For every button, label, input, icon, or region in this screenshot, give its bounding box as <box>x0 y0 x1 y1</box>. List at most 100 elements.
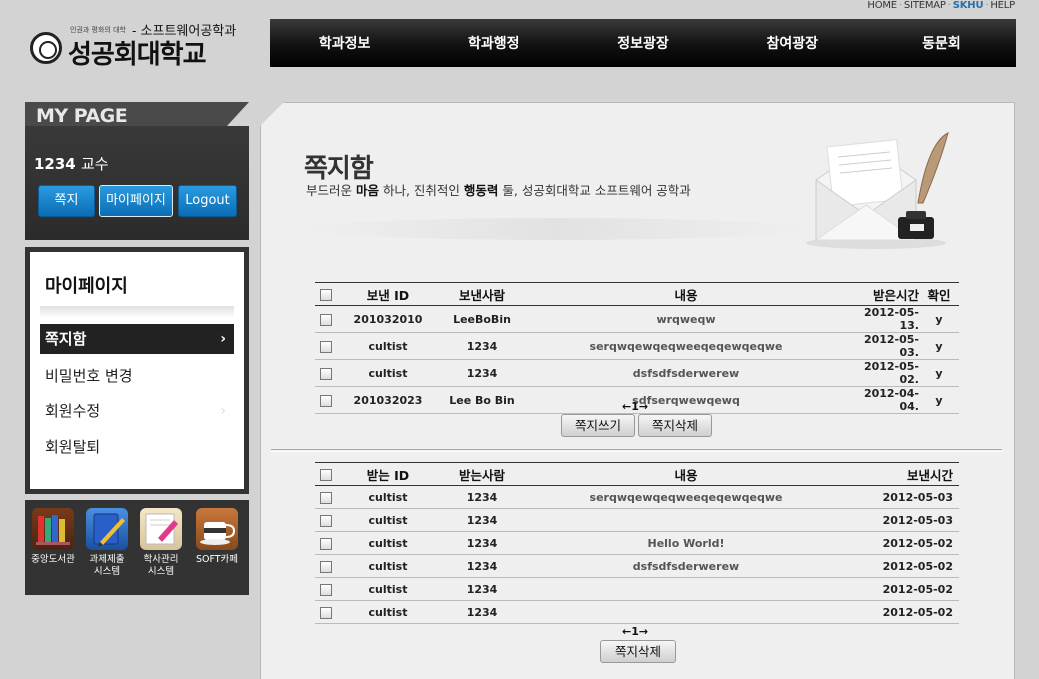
sender-id: cultist <box>337 332 439 360</box>
table-row[interactable]: cultist 1234 serqwqewqeqweeqeqewqeqwe 20… <box>315 332 959 360</box>
received-time: 2012-05-13. <box>847 305 919 333</box>
user-id: 1234 <box>34 155 76 173</box>
sent-time: 2012-05-02 <box>847 554 959 578</box>
chevron-right-icon: › <box>220 403 226 419</box>
mypage-button[interactable]: 마이페이지 <box>99 185 173 217</box>
column-header: 받는사람 <box>458 467 505 483</box>
highlighter-icon <box>140 508 182 550</box>
table-row[interactable]: cultist 1234 dsfsdfsderwerew 2012-05-02 <box>315 554 959 578</box>
logo-university-name: 성공회대학교 <box>68 40 207 70</box>
recipient-name: 1234 <box>439 531 525 555</box>
quick-link-label: 과제제출 시스템 <box>89 554 125 577</box>
recipient-id: cultist <box>337 508 439 532</box>
table-row[interactable]: cultist 1234 Hello World! 2012-05-02 <box>315 531 959 555</box>
nav-info-square[interactable]: 정보광장 <box>568 33 717 53</box>
received-pagination[interactable]: ←1→ <box>622 400 648 413</box>
logout-button[interactable]: Logout <box>178 185 237 217</box>
separator: · <box>985 0 989 11</box>
delete-sent-button[interactable]: 쪽지삭제 <box>600 640 676 663</box>
table-row[interactable]: cultist 1234 dsfsdfsderwerew 2012-05-02.… <box>315 359 959 387</box>
row-checkbox[interactable] <box>315 305 337 333</box>
delete-received-button[interactable]: 쪽지삭제 <box>638 414 712 437</box>
row-checkbox[interactable] <box>315 359 337 387</box>
sent-time: 2012-05-03 <box>847 485 959 509</box>
my-page-title: MY PAGE <box>36 105 128 127</box>
message-content[interactable]: sdfserqwewqewq <box>525 386 847 414</box>
row-checkbox[interactable] <box>315 600 337 624</box>
row-checkbox[interactable] <box>315 485 337 509</box>
home-link[interactable]: HOME <box>867 0 897 11</box>
sitemap-link[interactable]: SITEMAP <box>904 0 946 11</box>
nav-dept-admin[interactable]: 학과행정 <box>419 33 568 53</box>
select-all-checkbox[interactable] <box>315 463 337 486</box>
menu-item-label: 비밀번호 변경 <box>45 367 133 385</box>
menu-item-label: 회원수정 <box>45 402 101 420</box>
sent-time: 2012-05-02 <box>847 577 959 601</box>
coffee-cup-icon <box>196 508 238 550</box>
quick-link-label: 중앙도서관 <box>31 554 75 565</box>
menu-item-inbox[interactable]: 쪽지함 › <box>40 324 234 354</box>
skhu-link[interactable]: SKHU <box>953 0 984 11</box>
message-content[interactable] <box>525 577 847 601</box>
quick-links: 중앙도서관 과제제출 시스템 학사관리 시스템 SOFT카페 <box>25 500 249 595</box>
menu-item-change-password[interactable]: 비밀번호 변경 <box>40 361 234 391</box>
table-row[interactable]: cultist 1234 2012-05-02 <box>315 577 959 601</box>
row-checkbox[interactable] <box>315 508 337 532</box>
university-seal-icon <box>30 32 62 64</box>
message-content[interactable]: serqwqewqeqweeqeqewqeqwe <box>525 332 847 360</box>
page-subtitle: 부드러운 마음 하나, 진취적인 행동력 둘, 성공회대학교 소프트웨어 공학과 <box>306 183 691 198</box>
quick-link-label: 학사관리 시스템 <box>143 554 179 577</box>
table-header-row: 보낸 ID 보낸사람 내용 받은시간 확인 <box>315 282 959 306</box>
table-row[interactable]: 201032010 LeeBoBin wrqweqw 2012-05-13. y <box>315 305 959 333</box>
hero-shadow <box>306 218 806 240</box>
help-link[interactable]: HELP <box>990 0 1015 11</box>
column-header: 보낸시간 <box>906 467 953 483</box>
menu-item-withdraw[interactable]: 회원탈퇴 <box>40 432 234 462</box>
university-logo[interactable]: 인권과 평화의 대학 - 소프트웨어공학과 성공회대학교 <box>28 20 236 70</box>
table-row[interactable]: cultist 1234 2012-05-03 <box>315 508 959 532</box>
write-message-button[interactable]: 쪽지쓰기 <box>561 414 635 437</box>
quick-link-academic[interactable]: 학사관리 시스템 <box>137 508 185 578</box>
notebook-pencil-icon <box>86 508 128 550</box>
main-content-panel: 쪽지함 부드러운 마음 하나, 진취적인 행동력 둘, 성공회대학교 소프트웨어… <box>260 102 1015 679</box>
table-row[interactable]: cultist 1234 serqwqewqeqweeqeqewqeqwe 20… <box>315 485 959 509</box>
message-content[interactable] <box>525 508 847 532</box>
quick-link-softcafe[interactable]: SOFT카페 <box>193 508 241 566</box>
message-content[interactable]: dsfsdfsderwerew <box>525 554 847 578</box>
message-content[interactable]: wrqweqw <box>525 305 847 333</box>
my-page-header: MY PAGE <box>25 102 249 127</box>
column-header: 받은시간 <box>872 287 919 303</box>
select-all-checkbox[interactable] <box>315 283 337 306</box>
sender-name: 1234 <box>439 332 525 360</box>
message-content[interactable]: serqwqewqeqweeqeqewqeqwe <box>525 485 847 509</box>
table-row[interactable]: cultist 1234 2012-05-02 <box>315 600 959 624</box>
recipient-name: 1234 <box>439 577 525 601</box>
top-navigation: 학과정보 학과행정 정보광장 참여광장 동문회 <box>270 19 1016 67</box>
nav-participation[interactable]: 참여광장 <box>718 33 867 53</box>
message-content[interactable]: Hello World! <box>525 531 847 555</box>
row-checkbox[interactable] <box>315 332 337 360</box>
message-content[interactable]: dsfsdfsderwerew <box>525 359 847 387</box>
header-corner <box>227 102 249 126</box>
utility-links: HOME · SITEMAP · SKHU · HELP <box>867 0 1015 11</box>
separator: · <box>898 0 902 11</box>
panel-corner-notch <box>260 102 284 126</box>
row-checkbox[interactable] <box>315 386 337 414</box>
quick-link-label: SOFT카페 <box>195 554 239 565</box>
column-header: 보낸 ID <box>366 287 410 303</box>
row-checkbox[interactable] <box>315 577 337 601</box>
row-checkbox[interactable] <box>315 531 337 555</box>
sent-pagination[interactable]: ←1→ <box>622 625 648 638</box>
nav-dept-info[interactable]: 학과정보 <box>270 33 419 53</box>
message-content[interactable] <box>525 600 847 624</box>
menu-item-edit-member[interactable]: 회원수정 › <box>40 396 234 426</box>
sent-time: 2012-05-03 <box>847 508 959 532</box>
message-button[interactable]: 쪽지 <box>38 185 95 217</box>
sender-id: 201032023 <box>337 386 439 414</box>
nav-alumni[interactable]: 동문회 <box>867 33 1016 53</box>
row-checkbox[interactable] <box>315 554 337 578</box>
column-header: 내용 <box>674 287 698 303</box>
sent-messages-table: 받는 ID 받는사람 내용 보낸시간 cultist 1234 serqwqew… <box>315 462 959 624</box>
quick-link-assignment[interactable]: 과제제출 시스템 <box>83 508 131 578</box>
quick-link-library[interactable]: 중앙도서관 <box>29 508 77 566</box>
